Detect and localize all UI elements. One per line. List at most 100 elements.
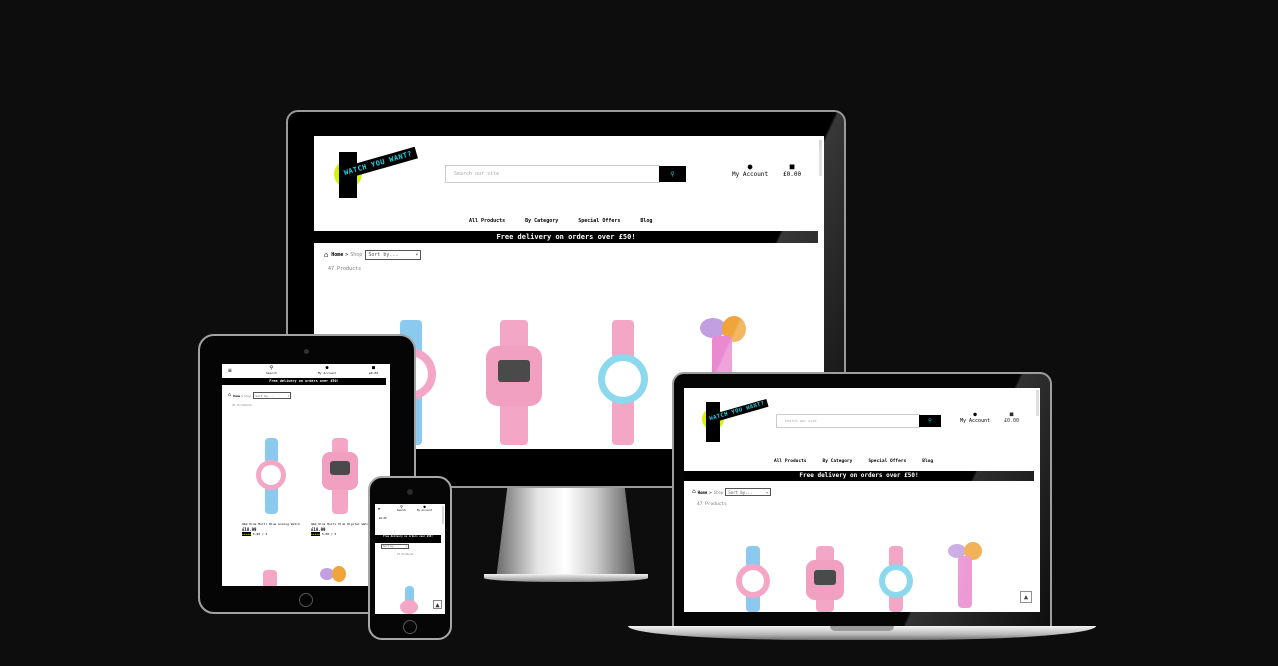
nav-blog[interactable]: Blog [640, 218, 652, 224]
home-icon: ⌂ [228, 392, 232, 398]
my-account-link[interactable]: ● My Account [732, 162, 769, 179]
watch-dial [605, 361, 641, 397]
product-card[interactable]: Q&Q Kids Multi Pink Digital Watch £18.99… [311, 522, 371, 537]
tablet-site: ≡ ⚲ Search ● My Account ■ £0.00 Free del… [222, 364, 390, 586]
star-rating-icon: ★★★★★ [311, 532, 321, 536]
nav-by-category[interactable]: By Category [823, 459, 853, 464]
product-image[interactable] [260, 570, 280, 586]
scrollbar[interactable] [442, 506, 444, 524]
basket-total: £0.00 [379, 517, 387, 520]
sort-label: Sort by... [728, 489, 753, 495]
nav-all-products[interactable]: All Products [469, 218, 505, 224]
search-link[interactable]: ⚲ Search [266, 366, 277, 376]
home-button [403, 620, 417, 634]
camera [407, 489, 413, 495]
product-rating: ★★★★★ 5.00 / 5 [242, 532, 302, 537]
watch-strap [263, 570, 277, 586]
search-placeholder: Search our site [785, 419, 817, 423]
account-label: My Account [417, 509, 433, 512]
product-image[interactable] [734, 546, 774, 612]
user-icon: ● [747, 162, 753, 171]
search-label: Search [397, 509, 407, 512]
breadcrumb: ⌂ Home > Shop Sort by... ▾ [324, 250, 422, 260]
breadcrumb-home[interactable]: Home [233, 394, 240, 398]
product-count: 47 Products [232, 403, 252, 407]
laptop-device: WATCH YOU WANT? Search our site ⚲ ● My A… [672, 372, 1052, 626]
account-label: My Account [732, 171, 769, 178]
rating-value: 5.00 / 5 [252, 532, 268, 536]
scroll-top-button[interactable]: ▲ [433, 600, 442, 609]
home-icon: ⌂ [692, 488, 696, 495]
imac-stand [496, 488, 636, 580]
hamburger-icon[interactable]: ≡ [228, 368, 232, 374]
phone-device: ≡ ⚲ Search ● My Account £0.00 Free deliv… [368, 476, 452, 640]
search-link[interactable]: ⚲ Search [397, 505, 407, 513]
watch-dial [742, 570, 764, 592]
product-count: 47 Products [697, 502, 727, 507]
search-input[interactable]: Search our site [776, 414, 920, 428]
product-image[interactable] [592, 320, 652, 449]
tablet-screen: ≡ ⚲ Search ● My Account ■ £0.00 Free del… [222, 364, 390, 586]
product-count: 47 Products [397, 553, 414, 556]
rating-value: 5.00 / 5 [321, 532, 337, 536]
breadcrumb: ⌂ Home > Shop Sort by... ▾ [692, 488, 772, 496]
imac-base [484, 574, 648, 582]
scrollbar[interactable] [819, 140, 822, 176]
nav-special-offers[interactable]: Special Offers [578, 218, 620, 224]
product-image[interactable] [254, 438, 290, 516]
watch-lcd [814, 570, 836, 585]
sort-select[interactable]: Sort by... ▾ [253, 392, 292, 399]
basket-link[interactable]: £0.00 [379, 517, 387, 520]
camera [304, 349, 309, 354]
main-nav: All Products By Category Special Offers … [469, 218, 652, 224]
search-input[interactable]: Search our site [445, 165, 660, 183]
sort-label: Sort by... [255, 393, 274, 398]
my-account-link[interactable]: ● My Account [417, 505, 433, 513]
watch-dial [261, 465, 281, 485]
screen-gloss [900, 374, 1050, 626]
chevron-down-icon: ▾ [287, 393, 290, 398]
breadcrumb-current: Shop [244, 393, 252, 398]
product-rating: ★★★★★ 5.00 / 5 [311, 532, 371, 537]
sort-select[interactable]: Sort by... ▾ [381, 544, 409, 549]
character-topper [332, 566, 346, 582]
hamburger-icon[interactable]: ≡ [378, 507, 380, 511]
chevron-down-icon: ▾ [405, 545, 407, 548]
sort-label: Sort by... [368, 252, 399, 258]
home-icon: ⌂ [324, 250, 329, 259]
arrow-up-icon: ▲ [435, 600, 440, 609]
delivery-banner: Free delivery on orders over £50! [375, 535, 441, 543]
product-image[interactable] [399, 586, 419, 614]
search-label: Search [266, 371, 277, 375]
product-image[interactable] [320, 566, 360, 586]
breadcrumb-home[interactable]: Home [331, 252, 343, 258]
magnifier-icon: ⚲ [670, 170, 675, 178]
chevron-down-icon: ▾ [415, 252, 419, 258]
basket-link[interactable]: ■ £0.00 [783, 163, 801, 179]
star-rating-icon: ★★★★★ [242, 532, 252, 536]
laptop-notch [830, 626, 894, 631]
nav-by-category[interactable]: By Category [525, 218, 558, 224]
watch-lcd [498, 360, 530, 382]
basket-link[interactable]: ■ £0.00 [369, 366, 379, 376]
sort-select[interactable]: Sort by... ▾ [725, 488, 772, 496]
delivery-banner: Free delivery on orders over £50! [314, 231, 818, 243]
breadcrumb: Sort by... ▾ [381, 544, 409, 549]
product-card[interactable]: Q&Q Kids Multi Blue Analog Watch £18.99 … [242, 522, 302, 537]
search-button[interactable]: ⚲ [659, 166, 686, 182]
basket-total: £0.00 [369, 371, 379, 375]
breadcrumb-current: Shop [713, 489, 724, 495]
delivery-banner: Free delivery on orders over £50! [222, 378, 386, 385]
product-count: 47 Products [328, 266, 362, 272]
product-image[interactable] [320, 438, 360, 516]
product-image[interactable] [484, 320, 544, 449]
watch-lcd [330, 461, 350, 475]
my-account-link[interactable]: ● My Account [318, 366, 336, 376]
nav-all-products[interactable]: All Products [774, 459, 807, 464]
sort-select[interactable]: Sort by... ▾ [365, 250, 422, 260]
phone-site: ≡ ⚲ Search ● My Account £0.00 Free deliv… [375, 504, 445, 614]
breadcrumb-home[interactable]: Home [698, 490, 708, 495]
home-button [299, 593, 313, 607]
breadcrumb-sep: > [241, 393, 244, 398]
product-image[interactable] [804, 546, 846, 612]
